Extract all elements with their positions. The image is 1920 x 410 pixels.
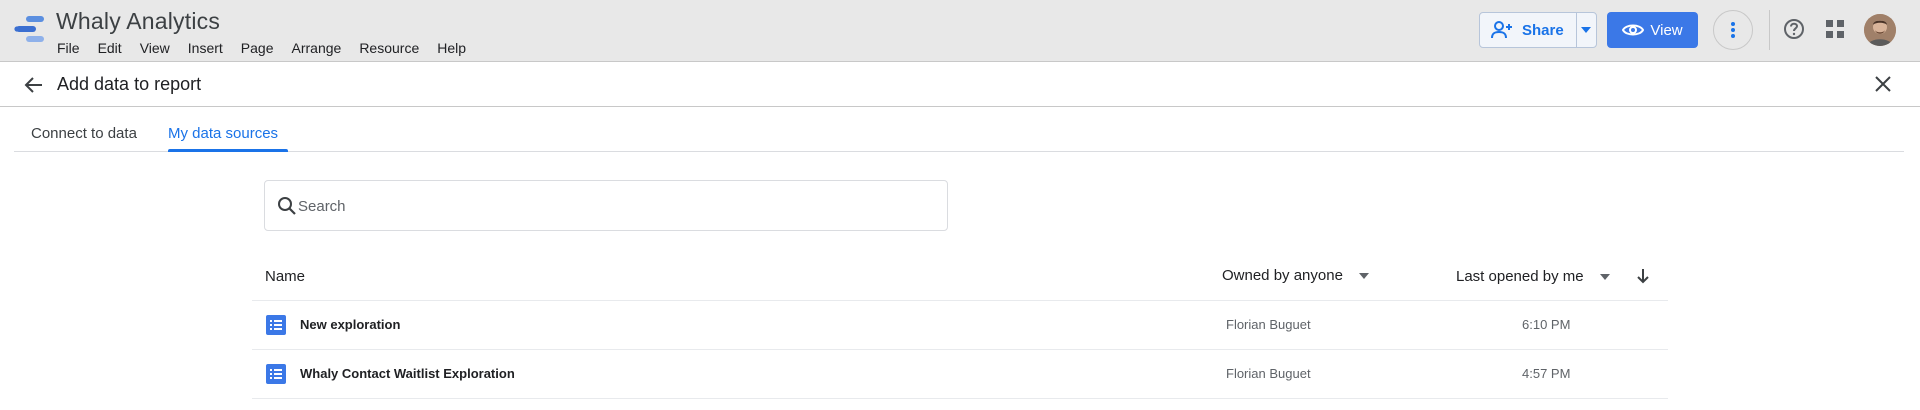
caret-down-icon: [1358, 272, 1369, 279]
more-options-button[interactable]: [1713, 10, 1753, 50]
panel-header: Add data to report: [0, 63, 1920, 107]
share-button[interactable]: Share: [1480, 13, 1576, 47]
app-bar: Whaly Analytics File Edit View Insert Pa…: [0, 0, 1920, 62]
menu-arrange[interactable]: Arrange: [283, 38, 351, 58]
column-header-name[interactable]: Name: [265, 268, 305, 285]
data-source-name: Whaly Contact Waitlist Exploration: [300, 366, 515, 381]
share-options-button[interactable]: [1575, 13, 1596, 47]
arrow-downward-icon[interactable]: [1636, 268, 1650, 284]
tab-connect-to-data[interactable]: Connect to data: [31, 125, 137, 142]
arrow-back-icon[interactable]: [24, 75, 44, 95]
menu-help[interactable]: Help: [428, 38, 475, 58]
caret-down-icon: [1599, 273, 1610, 280]
panel-title: Add data to report: [57, 74, 202, 94]
share-button-group: Share: [1479, 12, 1597, 48]
table-row[interactable]: New exploration Florian Buguet 6:10 PM: [252, 301, 1668, 349]
view-button[interactable]: View: [1607, 12, 1698, 48]
data-source-owner: Florian Buguet: [1226, 366, 1311, 381]
data-studio-logo-icon[interactable]: [12, 14, 46, 44]
tab-bar: Connect to data My data sources: [14, 108, 1904, 152]
share-label: Share: [1522, 21, 1564, 39]
menu-bar: File Edit View Insert Page Arrange Resou…: [48, 38, 475, 58]
menu-view[interactable]: View: [131, 38, 179, 58]
table-row[interactable]: Whaly Contact Waitlist Exploration Flori…: [252, 350, 1668, 398]
search-icon: [278, 197, 296, 215]
active-tab-indicator: [168, 149, 288, 152]
owner-filter-dropdown[interactable]: Owned by anyone: [1222, 267, 1369, 284]
apps-grid-icon[interactable]: [1826, 20, 1844, 38]
menu-resource[interactable]: Resource: [350, 38, 428, 58]
avatar-image: [1864, 14, 1896, 46]
caret-down-icon: [1581, 27, 1592, 33]
add-person-icon: [1491, 21, 1512, 39]
table-divider: [252, 398, 1668, 399]
menu-insert[interactable]: Insert: [179, 38, 232, 58]
view-label: View: [1650, 21, 1683, 39]
data-source-time: 4:57 PM: [1522, 366, 1571, 381]
menu-page[interactable]: Page: [232, 38, 283, 58]
menu-file[interactable]: File: [48, 38, 89, 58]
owner-filter-label: Owned by anyone: [1222, 267, 1343, 284]
data-source-icon: [266, 315, 286, 335]
data-source-time: 6:10 PM: [1522, 317, 1571, 332]
data-source-icon: [266, 364, 286, 384]
help-icon[interactable]: [1783, 18, 1805, 40]
data-source-owner: Florian Buguet: [1226, 317, 1311, 332]
search-input[interactable]: [298, 193, 928, 219]
avatar[interactable]: [1864, 14, 1896, 46]
sort-field-dropdown[interactable]: Last opened by me: [1456, 268, 1610, 285]
sort-field-label: Last opened by me: [1456, 268, 1584, 285]
eye-icon: [1622, 24, 1645, 36]
data-source-name: New exploration: [300, 317, 401, 332]
more-vert-icon: [1731, 22, 1735, 38]
toolbar-divider: [1769, 10, 1770, 50]
tab-my-data-sources[interactable]: My data sources: [168, 125, 278, 142]
app-title[interactable]: Whaly Analytics: [56, 8, 220, 35]
search-box: [264, 180, 948, 231]
menu-edit[interactable]: Edit: [89, 38, 131, 58]
close-icon[interactable]: [1875, 76, 1891, 92]
